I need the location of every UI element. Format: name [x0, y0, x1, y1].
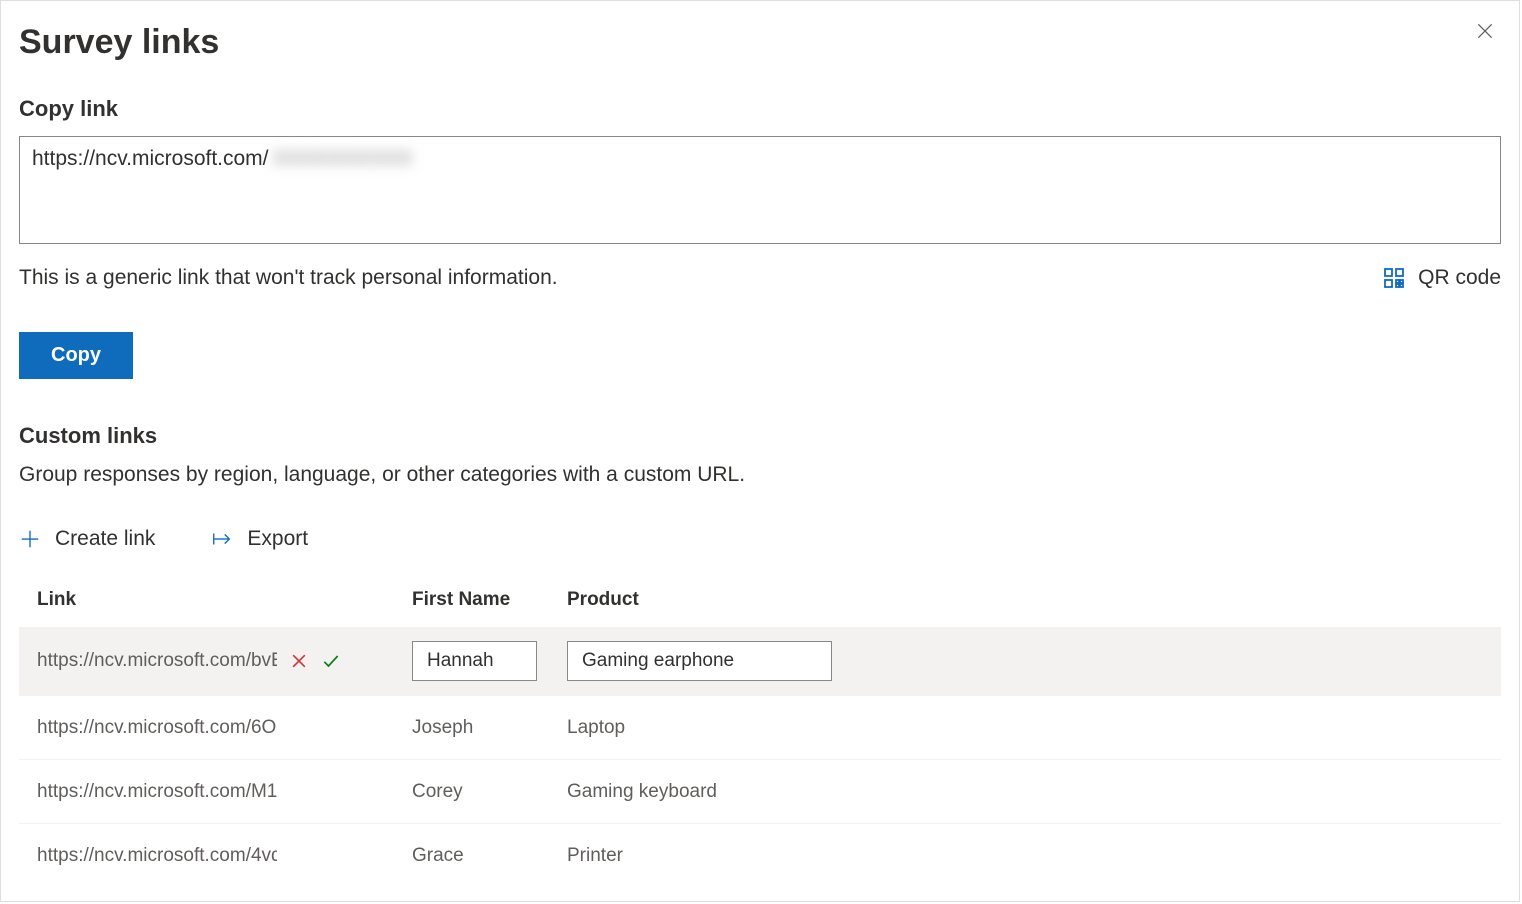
generic-link-input[interactable]: https://ncv.microsoft.com/ XXXXXXXXXX [19, 136, 1501, 244]
row-first-name-cell: Joseph [412, 717, 567, 739]
custom-links-description: Group responses by region, language, or … [19, 463, 1501, 487]
create-link-label: Create link [55, 527, 155, 551]
custom-links-table: Link First Name Product https://ncv.micr… [19, 589, 1501, 887]
qr-code-label: QR code [1418, 266, 1501, 290]
row-link-cell: https://ncv.microsoft.com/M1l [37, 781, 412, 803]
row-product-cell: Laptop [567, 717, 1483, 739]
generic-link-helper-text: This is a generic link that won't track … [19, 266, 558, 290]
generic-link-url-prefix: https://ncv.microsoft.com/ [32, 147, 269, 171]
qr-code-link[interactable]: QR code [1382, 266, 1501, 290]
row-link-cell: https://ncv.microsoft.com/bvE [37, 650, 412, 672]
product-input[interactable] [567, 641, 832, 681]
row-product-cell [567, 641, 1483, 681]
column-header-link: Link [37, 589, 412, 611]
row-link-cell: https://ncv.microsoft.com/6Oe [37, 717, 412, 739]
page-title: Survey links [19, 23, 1501, 62]
copy-button[interactable]: Copy [19, 332, 133, 379]
survey-links-panel: Survey links Copy link https://ncv.micro… [0, 0, 1520, 902]
row-link-url: https://ncv.microsoft.com/M1l [37, 781, 277, 803]
row-link-cell: https://ncv.microsoft.com/4vq [37, 845, 412, 867]
table-row[interactable]: https://ncv.microsoft.com/M1l CoreyGaming… [19, 759, 1501, 823]
export-button[interactable]: Export [211, 527, 308, 551]
column-header-first-name: First Name [412, 589, 567, 611]
generic-link-url-suffix-blurred: XXXXXXXXXX [273, 147, 413, 171]
custom-links-heading: Custom links [19, 423, 1501, 449]
table-row[interactable]: https://ncv.microsoft.com/6Oe JosephLapto… [19, 695, 1501, 759]
custom-links-section: Custom links Group responses by region, … [19, 423, 1501, 887]
copy-link-heading: Copy link [19, 96, 1501, 122]
export-icon [211, 528, 233, 550]
close-icon [1475, 21, 1495, 41]
row-product-cell: Gaming keyboard [567, 781, 1483, 803]
qr-code-icon [1382, 266, 1406, 290]
cancel-icon[interactable] [289, 651, 309, 671]
row-first-name-cell: Corey [412, 781, 567, 803]
row-first-name-cell: Grace [412, 845, 567, 867]
table-header-row: Link First Name Product [19, 589, 1501, 627]
first-name-input[interactable] [412, 641, 537, 681]
table-row[interactable]: https://ncv.microsoft.com/bvE [19, 627, 1501, 695]
export-label: Export [247, 527, 308, 551]
table-row[interactable]: https://ncv.microsoft.com/4vq GracePrinte… [19, 823, 1501, 887]
plus-icon [19, 528, 41, 550]
row-product-cell: Printer [567, 845, 1483, 867]
row-link-url: https://ncv.microsoft.com/6Oe [37, 717, 277, 739]
copy-link-section: Copy link https://ncv.microsoft.com/ XXX… [19, 96, 1501, 379]
create-link-button[interactable]: Create link [19, 527, 155, 551]
row-link-url: https://ncv.microsoft.com/4vq [37, 845, 277, 867]
column-header-product: Product [567, 589, 1483, 611]
row-link-url: https://ncv.microsoft.com/bvE [37, 650, 277, 672]
confirm-icon[interactable] [321, 651, 341, 671]
row-first-name-cell [412, 641, 567, 681]
close-button[interactable] [1473, 19, 1497, 43]
